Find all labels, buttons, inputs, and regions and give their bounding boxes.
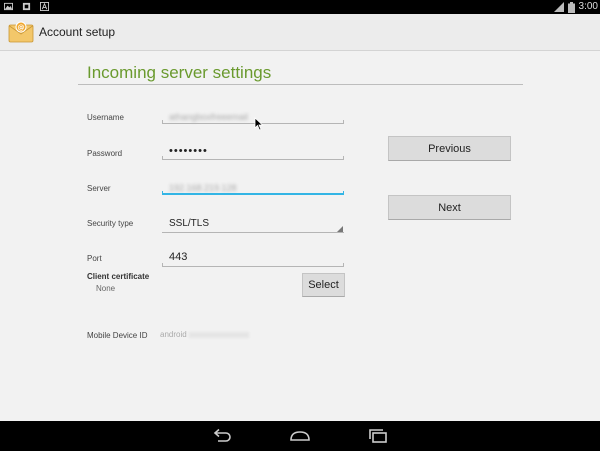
security-type-label: Security type [87,219,134,228]
password-field[interactable]: •••••••• [162,145,344,160]
action-bar: @ Account setup [0,14,600,51]
status-time: 3:00 [578,1,598,12]
navigation-bar [0,421,600,451]
svg-text:@: @ [18,24,25,32]
back-icon[interactable] [210,427,234,445]
section-heading: Incoming server settings [87,63,272,82]
server-field[interactable]: 192.168.219.128 [162,181,344,195]
port-label: Port [87,254,102,263]
server-label: Server [87,184,111,193]
dropdown-arrow-icon [337,226,343,232]
client-certificate-label: Client certificate [87,272,150,281]
a-icon [40,2,49,11]
mouse-cursor-icon [254,117,264,131]
status-bar: 3:00 [0,0,600,14]
port-value: 443 [169,251,188,263]
port-field[interactable]: 443 [162,251,344,267]
recents-icon[interactable] [366,427,390,445]
gallery-icon [4,2,13,11]
next-button[interactable]: Next [388,195,511,220]
security-type-value: SSL/TLS [169,218,210,229]
home-icon[interactable] [288,427,312,445]
username-field[interactable]: athangboxfreeemail [162,110,344,124]
mobile-device-id-value: android [160,330,249,339]
username-label: Username [87,113,124,122]
heading-divider [78,84,523,85]
page-title: Account setup [39,25,116,39]
previous-button[interactable]: Previous [388,136,511,161]
mobile-device-id-label: Mobile Device ID [87,331,148,340]
screenshot-icon [22,2,31,11]
battery-icon [567,1,575,13]
signal-icon [553,2,564,12]
security-type-spinner[interactable]: SSL/TLS [162,217,344,233]
client-certificate-value: None [96,284,116,293]
mobile-device-id-text: android [160,330,187,339]
email-app-icon[interactable]: @ [8,20,34,44]
select-certificate-button[interactable]: Select [302,273,345,297]
password-label: Password [87,149,123,158]
